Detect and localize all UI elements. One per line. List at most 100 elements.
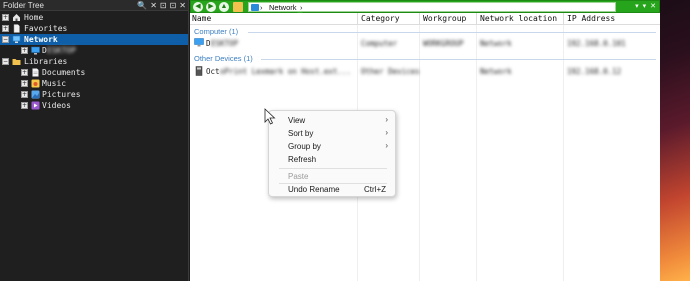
folder-tree-pane: Folder Tree 🔍 ✕ ⊡ ⊡ ✕ + Home + Favorites… bbox=[0, 0, 189, 281]
forward-icon[interactable]: ▶ bbox=[206, 2, 216, 12]
tree-item-label: Network bbox=[24, 35, 58, 44]
toolbar: ◀ ▶ ▲ › Network › ▾ ▾ ✕ bbox=[190, 0, 660, 13]
column-header-category[interactable]: Category bbox=[361, 14, 400, 23]
submenu-arrow-icon: › bbox=[385, 115, 388, 124]
tree-pin-icon[interactable]: ⊡ bbox=[170, 0, 177, 11]
row-ip-address: 192.168.0.12 bbox=[567, 67, 622, 76]
document-icon bbox=[12, 24, 21, 33]
tree-item-videos[interactable]: + Videos bbox=[0, 100, 188, 111]
expand-toggle[interactable]: + bbox=[21, 80, 28, 87]
tree-item-pictures[interactable]: + Pictures bbox=[0, 89, 188, 100]
expand-toggle[interactable]: + bbox=[21, 47, 28, 54]
tree-item-home[interactable]: + Home bbox=[0, 12, 188, 23]
group-divider bbox=[248, 32, 656, 33]
expand-toggle[interactable]: + bbox=[2, 14, 9, 21]
videos-icon bbox=[31, 101, 40, 110]
submenu-arrow-icon: › bbox=[385, 141, 388, 150]
expand-toggle[interactable]: + bbox=[21, 102, 28, 109]
pane-menu-icon[interactable]: ▾ bbox=[635, 2, 639, 12]
expand-toggle[interactable]: + bbox=[21, 69, 28, 76]
tree-item-label: Music bbox=[42, 79, 67, 88]
tree-float-icon[interactable]: ⊡ bbox=[160, 0, 167, 11]
column-header-ip-address[interactable]: IP Address bbox=[567, 14, 615, 23]
tree-item-documents[interactable]: + Documents bbox=[0, 67, 188, 78]
expand-toggle[interactable]: + bbox=[2, 25, 9, 32]
menu-item-label: View bbox=[288, 116, 306, 125]
tree-item-network[interactable]: − Network bbox=[0, 34, 188, 45]
menu-item-group-by[interactable]: Group by › bbox=[269, 140, 395, 153]
back-icon[interactable]: ◀ bbox=[193, 2, 203, 12]
menu-item-sort-by[interactable]: Sort by › bbox=[269, 127, 395, 140]
printer-icon bbox=[194, 66, 204, 76]
table-row[interactable]: Oct oPrint Lexmark on Host.ext... Other … bbox=[190, 65, 660, 77]
column-divider[interactable] bbox=[357, 13, 358, 25]
folder-tree-header: Folder Tree 🔍 ✕ ⊡ ⊡ ✕ bbox=[0, 0, 188, 11]
column-divider[interactable] bbox=[419, 13, 420, 25]
network-icon bbox=[251, 4, 259, 11]
row-workgroup: WORKGROUP bbox=[423, 39, 464, 48]
breadcrumb-network[interactable]: Network bbox=[269, 3, 297, 12]
tree-item-computer[interactable]: + D ESKTOP bbox=[0, 45, 188, 56]
tree-item-label: Home bbox=[24, 13, 44, 22]
menu-item-label: Refresh bbox=[288, 155, 317, 164]
tree-search-icon[interactable]: 🔍 bbox=[137, 0, 147, 11]
tree-item-label: Documents bbox=[42, 68, 86, 77]
tree-close-search-icon[interactable]: ✕ bbox=[150, 0, 157, 11]
context-menu: View › Sort by › Group by › Refresh Past… bbox=[268, 110, 396, 197]
column-header-network-location[interactable]: Network location bbox=[480, 14, 557, 23]
menu-separator bbox=[279, 168, 387, 169]
group-header-computer[interactable]: Computer (1) bbox=[194, 27, 238, 36]
row-network-location: Network bbox=[480, 67, 512, 76]
row-name-obscured: ESKTOP bbox=[211, 39, 239, 48]
column-header-name[interactable]: Name bbox=[192, 14, 211, 23]
menu-item-shortcut: Ctrl+Z bbox=[364, 185, 386, 194]
tree-close-icon[interactable]: ✕ bbox=[179, 0, 186, 11]
row-network-location: Network bbox=[480, 39, 512, 48]
pane-options-icon[interactable]: ▾ bbox=[643, 2, 647, 12]
menu-item-label: Paste bbox=[288, 172, 309, 181]
folder-icon bbox=[12, 57, 21, 66]
tree-item-label: Libraries bbox=[24, 57, 68, 66]
computer-icon bbox=[194, 38, 204, 47]
collapse-toggle[interactable]: − bbox=[2, 36, 9, 43]
menu-item-undo-rename[interactable]: Undo Rename Ctrl+Z bbox=[269, 183, 395, 196]
menu-item-label: Group by bbox=[288, 142, 321, 151]
tree-item-libraries[interactable]: − Libraries bbox=[0, 56, 188, 67]
pane-close-icon[interactable]: ✕ bbox=[650, 2, 656, 12]
folder-tree-title: Folder Tree bbox=[3, 1, 44, 10]
group-divider bbox=[261, 59, 656, 60]
folder-icon[interactable] bbox=[233, 2, 243, 12]
network-icon bbox=[12, 35, 21, 44]
breadcrumb-end-separator[interactable]: › bbox=[300, 3, 303, 12]
column-divider[interactable] bbox=[563, 13, 564, 25]
column-guide bbox=[563, 25, 564, 281]
address-bar[interactable]: › Network › bbox=[248, 2, 616, 12]
tree-item-label: Favorites bbox=[24, 24, 68, 33]
tree-item-label-obscured: ESKTOP bbox=[47, 46, 76, 55]
network-view-pane: ◀ ▶ ▲ › Network › ▾ ▾ ✕ Name Category Wo… bbox=[190, 0, 660, 281]
menu-item-view[interactable]: View › bbox=[269, 114, 395, 127]
expand-toggle[interactable]: + bbox=[21, 91, 28, 98]
mouse-cursor-icon bbox=[264, 108, 276, 125]
table-row[interactable]: D ESKTOP Computer WORKGROUP Network 192.… bbox=[190, 37, 660, 49]
column-guide bbox=[476, 25, 477, 281]
group-header-other-devices[interactable]: Other Devices (1) bbox=[194, 54, 253, 63]
desktop-wallpaper bbox=[660, 0, 690, 281]
computer-icon bbox=[31, 46, 40, 55]
column-header-workgroup[interactable]: Workgroup bbox=[423, 14, 466, 23]
music-icon bbox=[31, 79, 40, 88]
collapse-toggle[interactable]: − bbox=[2, 58, 9, 65]
menu-item-refresh[interactable]: Refresh bbox=[269, 153, 395, 166]
column-guide bbox=[419, 25, 420, 281]
tree-item-label: Videos bbox=[42, 101, 71, 110]
documents-icon bbox=[31, 68, 40, 77]
row-name: Oct bbox=[206, 67, 220, 76]
up-icon[interactable]: ▲ bbox=[219, 2, 229, 12]
tree-item-label: Pictures bbox=[42, 90, 81, 99]
column-divider[interactable] bbox=[476, 13, 477, 25]
tree-item-favorites[interactable]: + Favorites bbox=[0, 23, 188, 34]
row-category: Computer bbox=[361, 39, 398, 48]
breadcrumb-separator[interactable]: › bbox=[260, 3, 263, 12]
row-name: D bbox=[206, 39, 211, 48]
tree-item-music[interactable]: + Music bbox=[0, 78, 188, 89]
